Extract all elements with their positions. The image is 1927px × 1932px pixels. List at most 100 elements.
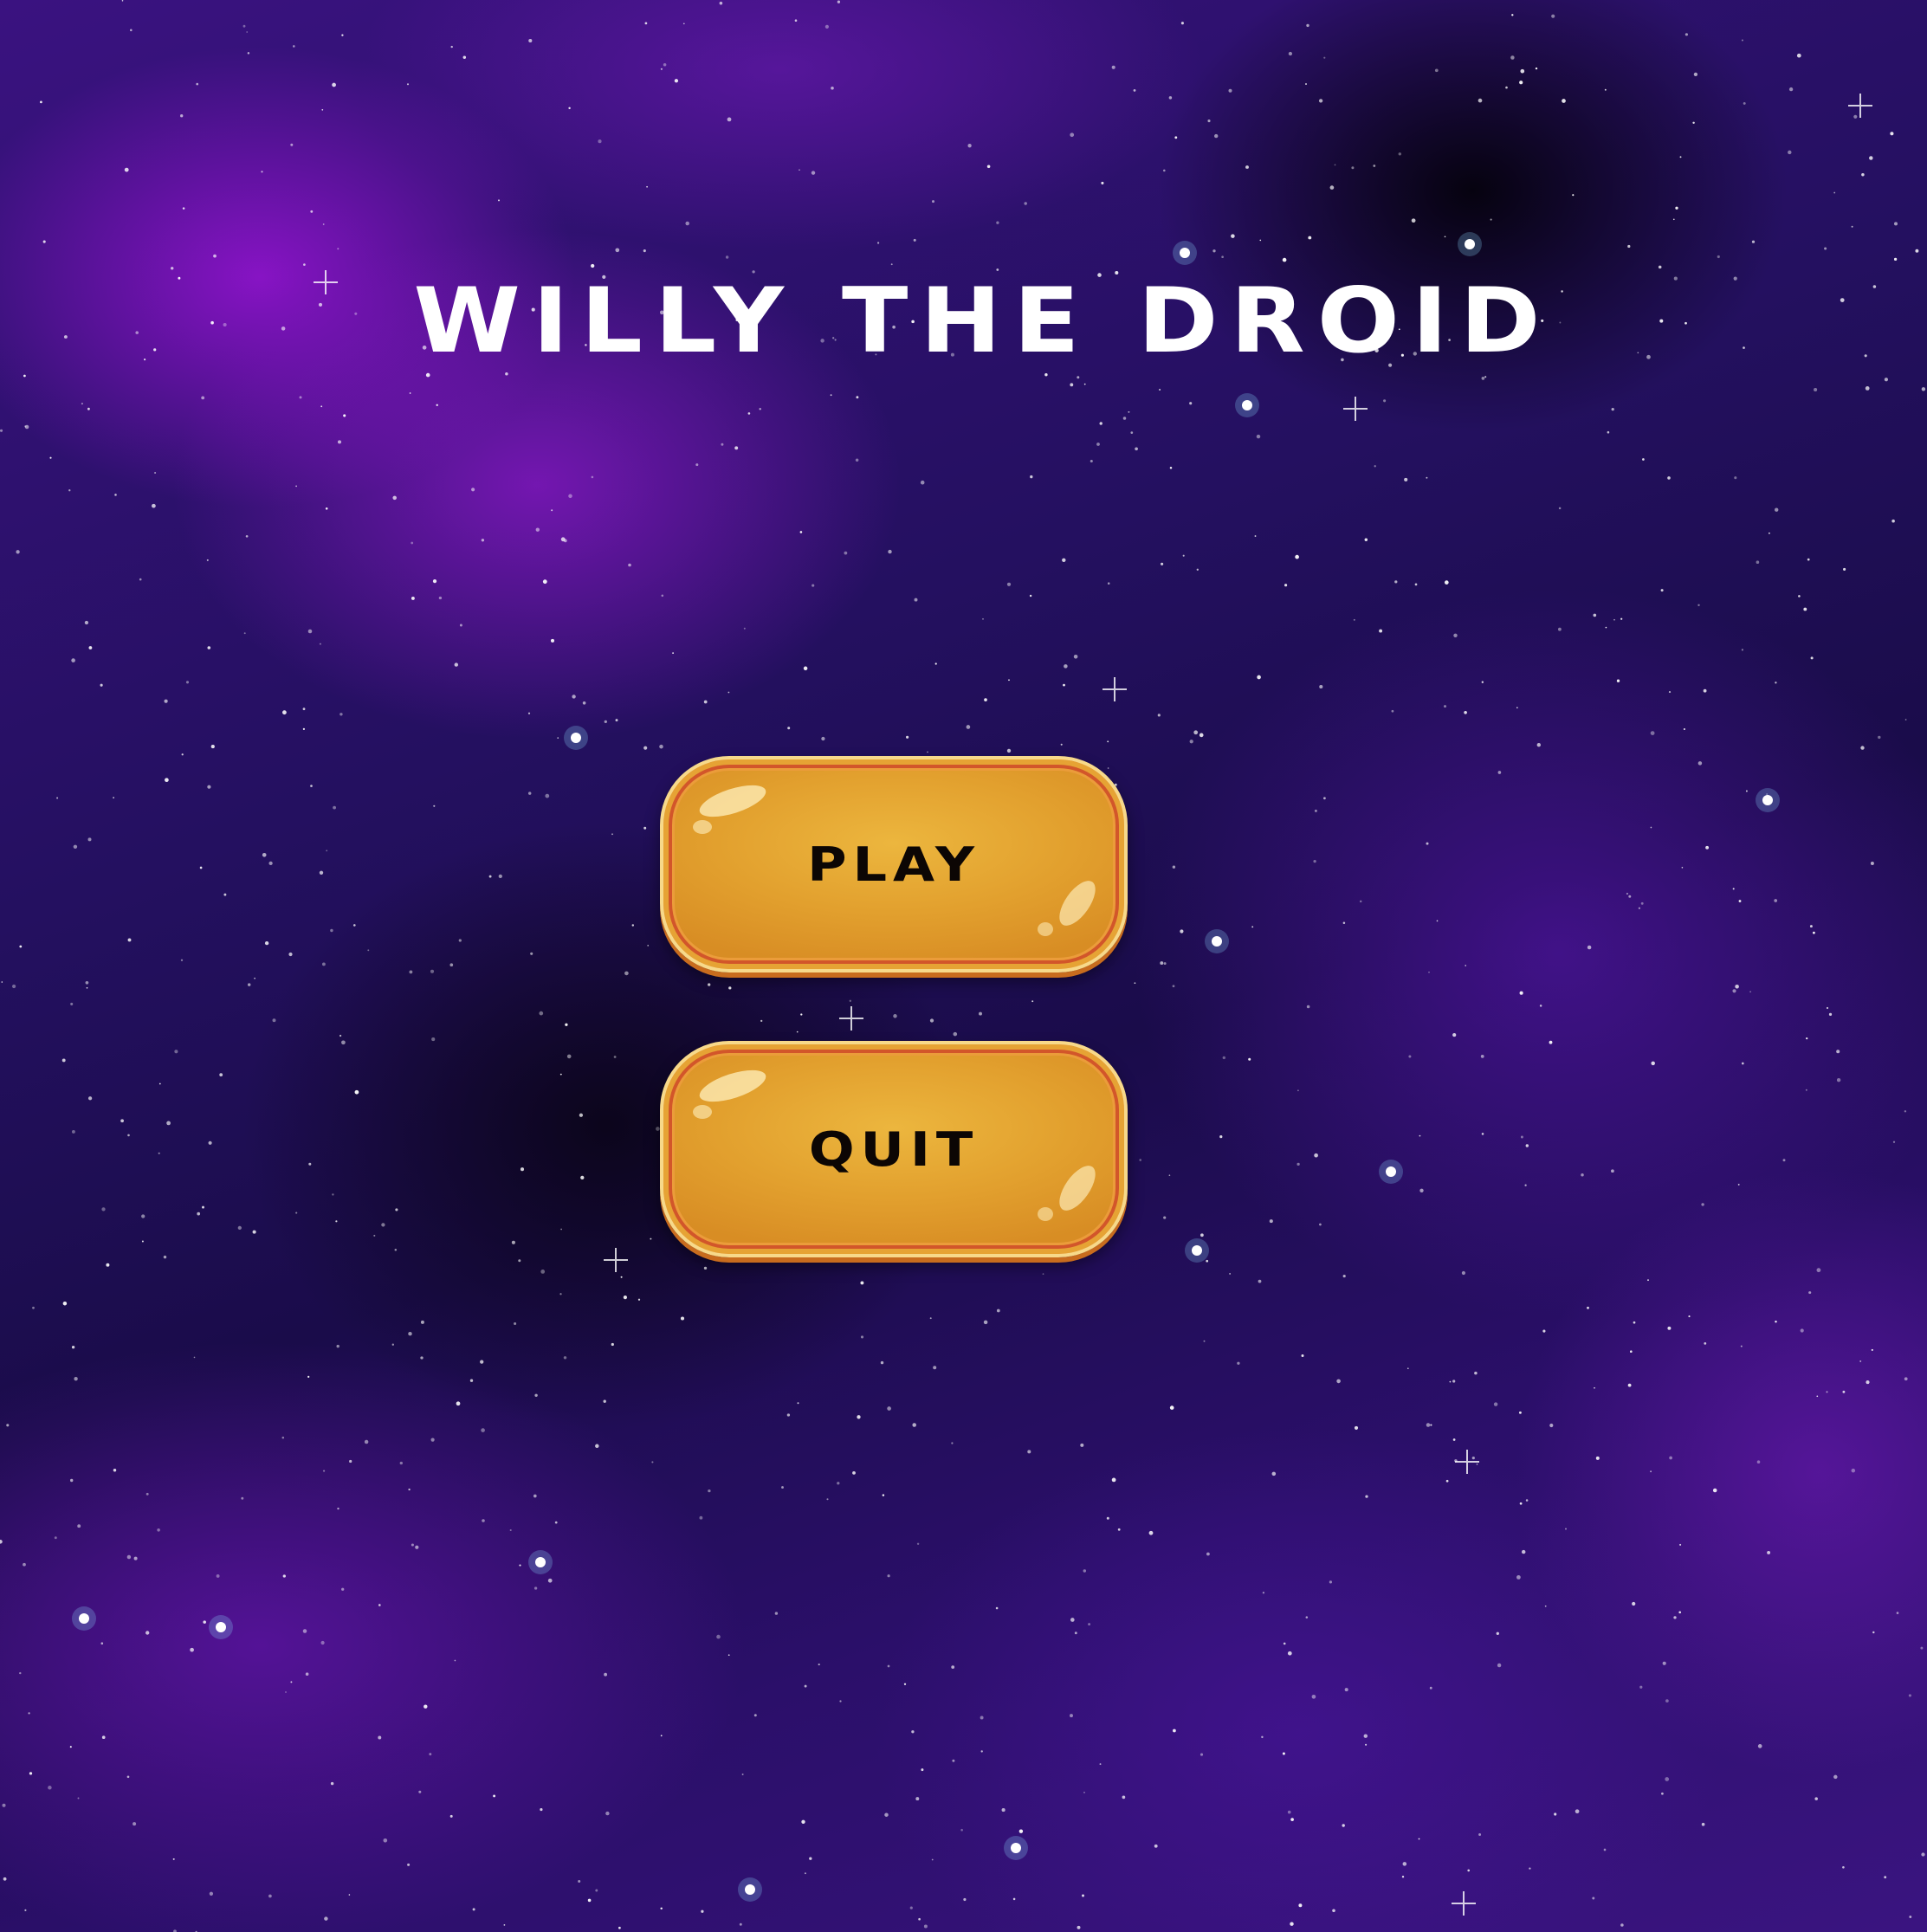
star bbox=[1665, 1777, 1670, 1781]
star bbox=[1030, 475, 1033, 479]
star bbox=[282, 710, 287, 715]
star bbox=[887, 1574, 890, 1578]
star bbox=[126, 1775, 130, 1779]
star bbox=[1826, 1006, 1829, 1010]
star bbox=[268, 861, 273, 866]
star bbox=[1525, 1144, 1529, 1147]
star bbox=[1379, 629, 1383, 633]
star bbox=[628, 563, 631, 567]
star bbox=[290, 1681, 293, 1683]
star bbox=[164, 699, 168, 703]
star bbox=[1805, 1089, 1807, 1091]
star bbox=[1471, 1457, 1475, 1460]
star bbox=[1006, 582, 1012, 586]
star bbox=[1159, 388, 1161, 391]
star bbox=[1774, 899, 1778, 902]
star bbox=[1705, 845, 1710, 850]
star bbox=[618, 1926, 621, 1929]
star bbox=[165, 778, 169, 783]
star bbox=[568, 107, 571, 110]
star bbox=[101, 1735, 106, 1740]
star bbox=[1351, 166, 1355, 170]
star bbox=[1259, 239, 1262, 242]
star bbox=[1816, 1395, 1819, 1398]
star bbox=[247, 52, 250, 55]
play-button[interactable]: PLAY bbox=[660, 756, 1128, 972]
star bbox=[803, 666, 808, 671]
star bbox=[436, 404, 438, 407]
star bbox=[1520, 1135, 1523, 1139]
star bbox=[1173, 1728, 1176, 1733]
star bbox=[1806, 1037, 1808, 1040]
star bbox=[86, 986, 88, 989]
star bbox=[615, 248, 620, 253]
star bbox=[1282, 1752, 1285, 1755]
bright-star bbox=[745, 1884, 755, 1895]
star bbox=[1200, 1233, 1204, 1237]
star bbox=[887, 1406, 891, 1411]
star bbox=[1836, 1050, 1840, 1054]
star bbox=[290, 143, 294, 146]
star bbox=[1741, 1062, 1744, 1065]
star bbox=[1745, 790, 1748, 792]
star bbox=[680, 1316, 685, 1321]
star bbox=[528, 38, 533, 43]
star bbox=[343, 414, 346, 417]
star bbox=[74, 1377, 78, 1381]
star bbox=[804, 1684, 807, 1688]
star bbox=[929, 1317, 932, 1320]
star bbox=[433, 804, 436, 807]
star bbox=[1616, 679, 1620, 682]
star bbox=[1444, 236, 1446, 238]
star bbox=[1419, 1188, 1424, 1192]
star bbox=[1633, 1321, 1636, 1324]
star bbox=[219, 1073, 223, 1076]
star bbox=[1703, 688, 1707, 693]
star bbox=[1099, 422, 1103, 425]
star bbox=[199, 866, 203, 869]
star bbox=[305, 1672, 309, 1676]
star bbox=[1481, 1133, 1484, 1135]
star bbox=[341, 34, 344, 36]
star bbox=[1237, 1361, 1240, 1365]
star bbox=[1308, 236, 1312, 240]
star bbox=[454, 1659, 456, 1662]
star bbox=[383, 1838, 388, 1843]
quit-button[interactable]: QUIT bbox=[660, 1041, 1128, 1257]
star bbox=[1228, 88, 1232, 93]
star bbox=[1611, 407, 1614, 411]
star bbox=[1603, 1848, 1607, 1851]
star bbox=[860, 1335, 864, 1339]
star bbox=[1842, 1866, 1845, 1869]
star bbox=[19, 945, 23, 948]
star bbox=[1572, 194, 1575, 197]
star bbox=[139, 578, 142, 581]
star bbox=[1595, 1456, 1600, 1460]
star bbox=[124, 167, 129, 172]
star bbox=[285, 1691, 287, 1693]
star bbox=[530, 952, 533, 955]
star bbox=[560, 1228, 562, 1231]
star bbox=[449, 963, 454, 967]
star bbox=[1775, 507, 1779, 512]
star bbox=[611, 833, 613, 836]
star bbox=[1271, 1471, 1277, 1476]
star bbox=[1704, 1342, 1707, 1345]
star bbox=[1344, 1688, 1348, 1692]
star bbox=[1383, 399, 1387, 403]
star bbox=[1861, 172, 1865, 177]
star bbox=[511, 1240, 515, 1244]
star bbox=[509, 1528, 512, 1532]
star bbox=[637, 1298, 641, 1301]
star bbox=[242, 24, 246, 28]
star bbox=[591, 263, 595, 268]
star bbox=[1429, 1686, 1432, 1690]
star bbox=[1363, 1734, 1368, 1738]
star bbox=[661, 594, 664, 598]
star bbox=[931, 1858, 934, 1861]
star bbox=[1044, 373, 1048, 377]
star bbox=[272, 1018, 276, 1023]
star bbox=[1871, 1348, 1873, 1351]
star bbox=[1154, 1844, 1158, 1848]
star bbox=[216, 1573, 220, 1578]
